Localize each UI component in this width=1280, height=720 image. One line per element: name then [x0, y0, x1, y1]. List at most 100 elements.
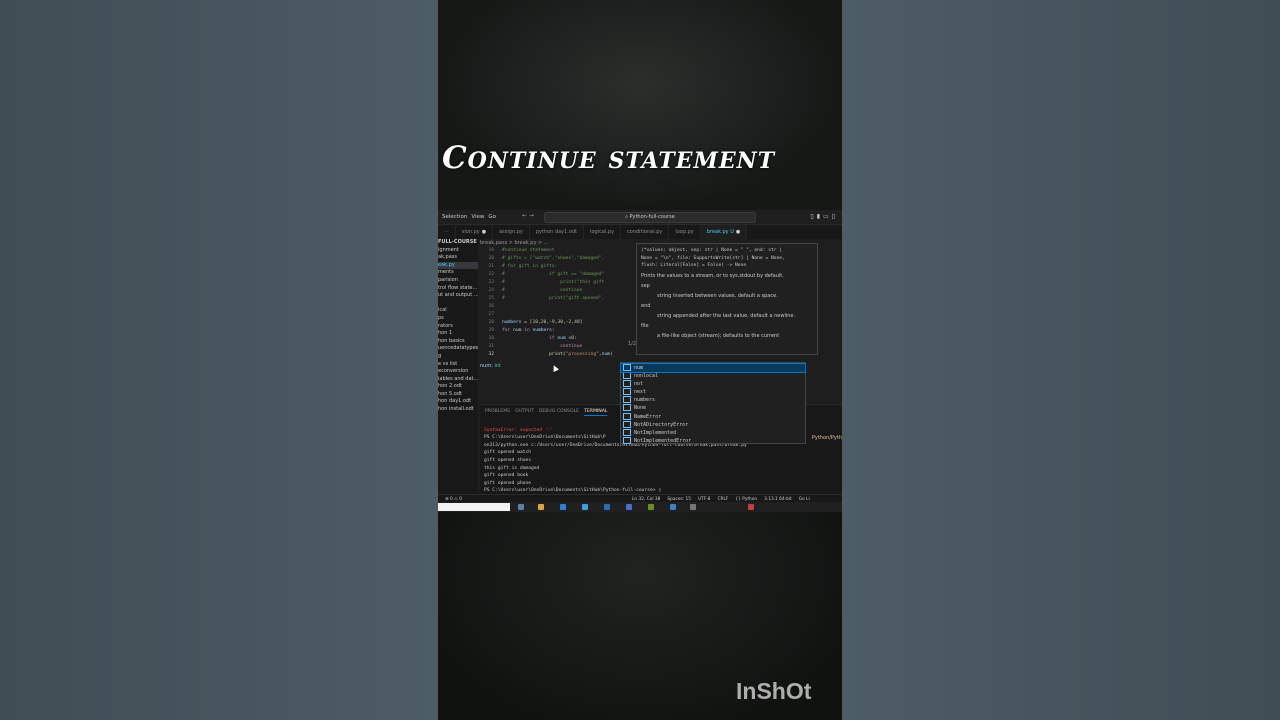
sidebar-item[interactable]: hon day1.odt: [438, 398, 478, 406]
sidebar-item[interactable]: uencedatatypes: [438, 345, 478, 353]
code-token: :: [574, 336, 577, 341]
sidebar-item[interactable]: hon install.odt: [438, 406, 478, 414]
layout-icons[interactable]: ▯▮▭▯: [810, 213, 838, 220]
code-token: num: [557, 336, 566, 341]
sidebar-item[interactable]: eak.py: [438, 261, 478, 270]
panel-tab-debug-console[interactable]: DEBUG CONSOLE: [539, 409, 579, 415]
suggestion-label: numbers: [634, 397, 656, 404]
tab-label: sion.py: [461, 229, 480, 235]
code-token: num: [601, 352, 610, 357]
sidebar-item[interactable]: FULL-COURSE: [438, 239, 478, 247]
sidebar-item[interactable]: ps: [438, 315, 478, 323]
sidebar-item[interactable]: hon 2.odt: [438, 383, 478, 391]
signature-counter[interactable]: 1/2: [628, 341, 636, 347]
mail-icon[interactable]: [604, 504, 610, 510]
suggestion-item[interactable]: nonlocal: [621, 372, 805, 380]
tab-2[interactable]: python day1.odt: [530, 225, 585, 239]
code-token: numbers: [502, 320, 522, 325]
sidebar-item[interactable]: ignment: [438, 247, 478, 255]
vscode-window: Selection View Go ← → ⌕ Python-full-cour…: [438, 210, 842, 512]
status-item[interactable]: Spaces: 15: [667, 497, 691, 502]
tray-app-icon[interactable]: [748, 504, 754, 510]
sidebar-item[interactable]: rators: [438, 323, 478, 331]
sidebar-item[interactable]: econversion: [438, 368, 478, 376]
status-item[interactable]: Go Li: [799, 497, 810, 502]
sidebar-item[interactable]: parision: [438, 277, 478, 285]
code-token: # continue: [502, 288, 583, 293]
sidebar-item[interactable]: trol flow state...: [438, 285, 478, 293]
tab-label: conditional.py: [627, 229, 663, 235]
code-token: ]: [579, 320, 583, 325]
signature-help-popup: (*values: object, sep: str | None = " ",…: [636, 243, 818, 355]
code-token: :: [551, 328, 555, 333]
nav-arrows[interactable]: ← →: [522, 212, 534, 219]
menu-go[interactable]: Go: [488, 214, 496, 220]
status-item[interactable]: 3.13.1 64-bit: [764, 497, 792, 502]
tab-6[interactable]: break.py U ●: [700, 225, 748, 239]
status-item[interactable]: UTF-8: [698, 497, 711, 502]
store-icon[interactable]: [626, 504, 632, 510]
panel-tab-output[interactable]: OUTPUT: [515, 409, 534, 415]
sidebar-item[interactable]: hon 1: [438, 330, 478, 338]
sidebar-item[interactable]: iables and dat...: [438, 376, 478, 384]
photos-icon[interactable]: [648, 504, 654, 510]
hint-name: num:: [480, 363, 493, 369]
tab-4[interactable]: conditional.py: [621, 225, 670, 239]
taskbar-app-icon[interactable]: [518, 504, 524, 510]
suggestion-item[interactable]: numbers: [621, 396, 805, 404]
line-number: 30: [488, 336, 494, 341]
sidebar-item[interactable]: [438, 300, 478, 308]
explorer-sidebar: FULL-COURSE ignment ak,pass eak.py ments pari…: [438, 239, 478, 501]
sidebar-item[interactable]: ical: [438, 307, 478, 315]
sidebar-item[interactable]: ments: [438, 269, 478, 277]
settings-icon[interactable]: [690, 504, 696, 510]
suggestion-item[interactable]: NotADirectoryError: [621, 420, 805, 429]
param-end-desc: string appended after the last value, de…: [657, 312, 796, 319]
sidebar-item[interactable]: hon basics: [438, 338, 478, 346]
line-number: 20: [488, 256, 494, 261]
status-item[interactable]: Ln 32, Col 38: [632, 497, 660, 502]
status-item[interactable]: CRLF: [718, 497, 729, 502]
line-number: 31: [488, 344, 494, 349]
line-number: 29: [488, 328, 494, 333]
suggestion-item[interactable]: NotImplemented: [621, 428, 805, 437]
more-actions-icon[interactable]: ···: [438, 225, 456, 239]
line-number: 24: [488, 288, 494, 293]
line-number: 26: [488, 304, 494, 309]
vscode-icon[interactable]: [670, 504, 676, 510]
folder-icon[interactable]: [538, 504, 544, 510]
menu-view[interactable]: View: [471, 214, 484, 220]
panel-tab-problems[interactable]: PROBLEMS: [485, 409, 510, 415]
sidebar-item[interactable]: hon 5.odt: [438, 391, 478, 399]
sidebar-item[interactable]: e vs list: [438, 361, 478, 369]
command-center-label: Python-full-course: [629, 214, 675, 220]
suggestion-item[interactable]: not: [621, 380, 805, 388]
suggestion-label: nonlocal: [634, 373, 659, 380]
tab-5[interactable]: loop.py: [669, 225, 701, 239]
sidebar-item[interactable]: g: [438, 353, 478, 361]
line-number: 28: [488, 320, 494, 325]
tab-3[interactable]: logical.py: [584, 225, 622, 239]
status-problems[interactable]: ⊗ 0 ⚠ 0: [445, 497, 462, 502]
sidebar-item[interactable]: ut and output ...: [438, 292, 478, 300]
suggestion-item[interactable]: NameError: [621, 412, 805, 421]
tab-1[interactable]: assign.py: [493, 225, 530, 239]
tab-0[interactable]: sion.py ●: [456, 225, 494, 239]
taskbar-search-box[interactable]: [438, 503, 510, 511]
edge-icon[interactable]: [560, 504, 566, 510]
suggestion-item[interactable]: NotImplementedError: [621, 436, 805, 445]
suggestion-item[interactable]: next: [621, 388, 805, 396]
command-center[interactable]: ⌕ Python-full-course: [544, 212, 756, 223]
suggestion-label: NotImplementedError: [634, 437, 692, 444]
terminal-side-label[interactable]: Python/Pyth: [812, 435, 842, 441]
sidebar-item[interactable]: ak,pass: [438, 254, 478, 262]
panel-tab-terminal[interactable]: TERMINAL: [584, 409, 608, 416]
menu-selection[interactable]: Selection: [442, 214, 467, 220]
suggestion-item[interactable]: None: [621, 404, 805, 412]
tab-label: python day1.odt: [535, 229, 578, 235]
line-number: 21: [488, 264, 494, 269]
editor-tabs: ··· sion.py ● assign.py python day1.odt logic…: [438, 225, 842, 239]
browser-icon[interactable]: [582, 504, 588, 510]
suggestion-item[interactable]: num: [620, 362, 806, 374]
status-item[interactable]: {} Python: [735, 497, 757, 502]
